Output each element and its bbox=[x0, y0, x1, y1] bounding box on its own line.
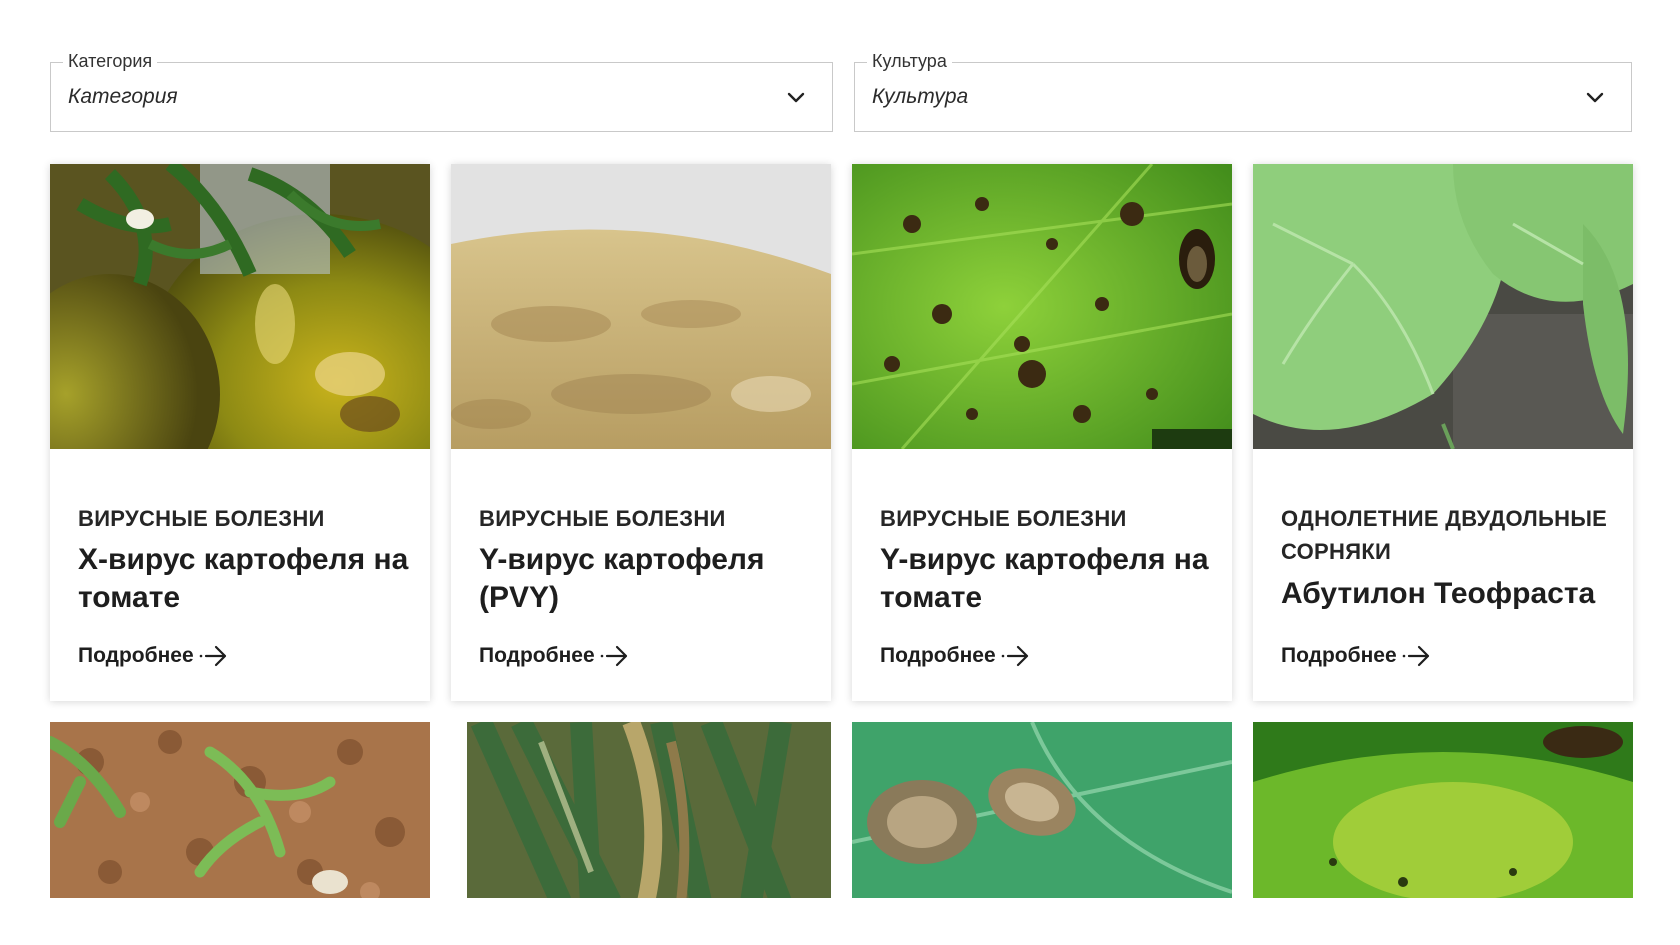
spotted-leaf-photo bbox=[852, 164, 1232, 449]
potato-tuber-photo bbox=[451, 164, 831, 449]
card-category: Вирусные болезни bbox=[78, 506, 325, 531]
card-category: Вирусные болезни bbox=[880, 506, 1127, 531]
more-link-label: Подробнее bbox=[880, 644, 996, 667]
chevron-down-icon[interactable] bbox=[786, 87, 806, 107]
arrow-right-icon bbox=[199, 645, 226, 667]
card-category: Вирусные болезни bbox=[479, 506, 726, 531]
category-select-label: Категория bbox=[63, 49, 158, 73]
more-link[interactable]: Подробнее bbox=[1281, 644, 1431, 668]
culture-select-value: Культура bbox=[872, 85, 969, 108]
more-link[interactable]: Подробнее bbox=[880, 644, 1030, 668]
more-link[interactable]: Подробнее bbox=[78, 644, 228, 668]
card-title[interactable]: Абутилон Теофраста bbox=[1281, 575, 1621, 613]
abutilon-seedling-photo bbox=[1253, 164, 1633, 449]
culture-select[interactable]: Культура Культура bbox=[854, 49, 1632, 132]
disease-card[interactable] bbox=[451, 722, 831, 902]
card-title[interactable]: Y-вирус картофеля (PVY) bbox=[479, 541, 819, 617]
more-link-label: Подробнее bbox=[1281, 644, 1397, 667]
more-link[interactable]: Подробнее bbox=[479, 644, 629, 668]
disease-card[interactable] bbox=[1253, 722, 1633, 902]
yellowing-leaf-photo bbox=[1253, 722, 1633, 902]
more-link-label: Подробнее bbox=[479, 644, 595, 667]
disease-card[interactable] bbox=[50, 722, 430, 902]
disease-card[interactable]: Вирусные болезни Х-вирус картофеля на то… bbox=[50, 164, 430, 701]
arrow-right-icon bbox=[600, 645, 627, 667]
chevron-down-icon[interactable] bbox=[1585, 87, 1605, 107]
more-link-label: Подробнее bbox=[78, 644, 194, 667]
culture-select-label: Культура bbox=[867, 49, 952, 73]
filters-bar: Категория Категория Культура Культура bbox=[50, 49, 1632, 132]
disease-card[interactable]: Вирусные болезни Y-вирус картофеля (PVY)… bbox=[451, 164, 831, 701]
arrow-right-icon bbox=[1402, 645, 1429, 667]
card-title[interactable]: Y-вирус картофеля на томате bbox=[880, 541, 1220, 617]
category-select-value: Категория bbox=[68, 85, 178, 108]
tomato-fruit-photo bbox=[50, 164, 430, 449]
category-select[interactable]: Категория Категория bbox=[50, 49, 833, 132]
card-title[interactable]: Х-вирус картофеля на томате bbox=[78, 541, 418, 617]
disease-card[interactable]: Вирусные болезни Y-вирус картофеля на то… bbox=[852, 164, 1232, 701]
weed-seedlings-on-soil-photo bbox=[50, 722, 430, 902]
disease-card[interactable]: Однолетние двудольные сорняки Абутилон Т… bbox=[1253, 164, 1633, 701]
disease-card[interactable] bbox=[852, 722, 1232, 902]
arrow-right-icon bbox=[1001, 645, 1028, 667]
card-category: Однолетние двудольные сорняки bbox=[1281, 506, 1608, 564]
page-bottom-area bbox=[0, 898, 1680, 945]
leaf-lesions-photo bbox=[852, 722, 1232, 902]
onion-leaves-photo bbox=[451, 722, 831, 902]
